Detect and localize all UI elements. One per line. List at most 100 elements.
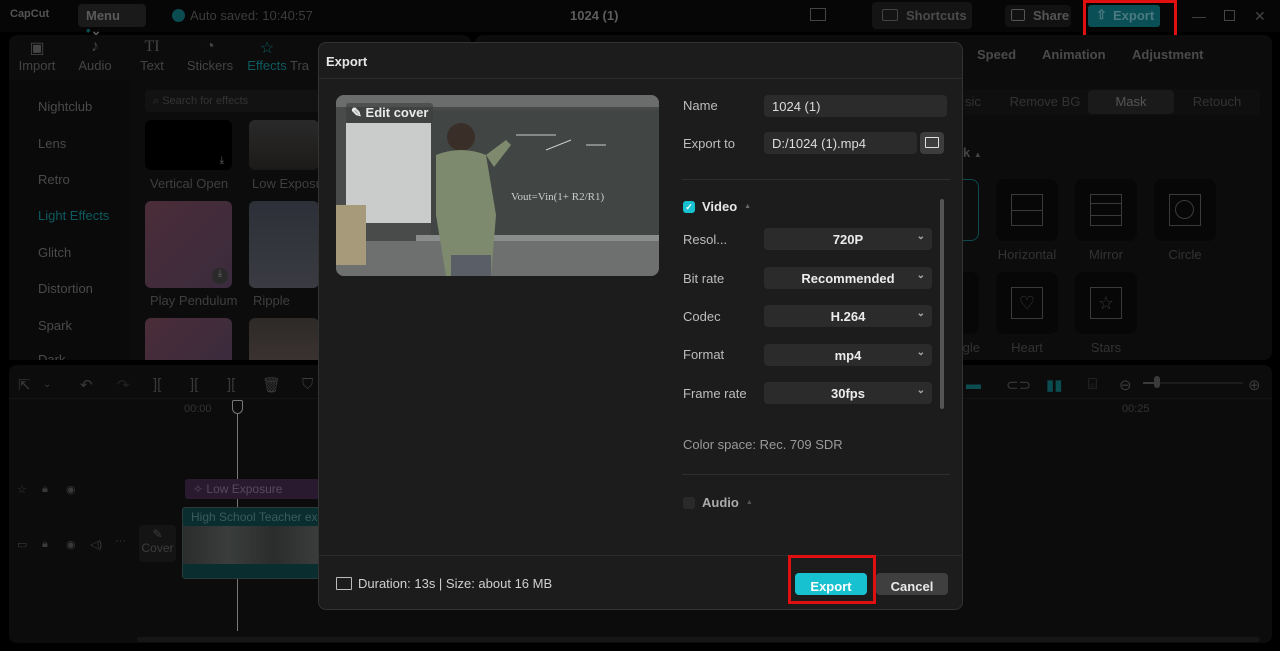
mask-heart[interactable]: ♡	[996, 272, 1058, 334]
mask-tile-rectangle[interactable]	[963, 272, 979, 334]
effect-thumb-play-pendulum[interactable]: ⤓	[145, 201, 232, 288]
format-select[interactable]: mp4 ⌄	[764, 344, 932, 366]
section-divider	[682, 474, 950, 475]
mask-mirror[interactable]	[1075, 179, 1137, 241]
toolbar-text[interactable]: TI Text	[127, 38, 177, 73]
color-space-info: Color space: Rec. 709 SDR	[683, 437, 843, 452]
framerate-select[interactable]: 30fps ⌄	[764, 382, 932, 404]
sidebar-item-nightclub[interactable]: Nightclub	[38, 99, 92, 114]
cover-button[interactable]: ✎ Cover	[139, 525, 176, 562]
sidebar-item-distortion[interactable]: Distortion	[38, 281, 93, 296]
circle-mask-icon	[1169, 194, 1201, 226]
playhead-handle[interactable]	[232, 400, 243, 414]
export-top-button[interactable]: ⇧ Export	[1088, 5, 1160, 27]
effect-thumb-vertical-open[interactable]: ⤓	[145, 120, 232, 170]
bitrate-select[interactable]: Recommended ⌄	[764, 267, 932, 289]
video-checkbox[interactable]: ✓	[683, 200, 695, 213]
share-button[interactable]: Share	[1005, 5, 1071, 27]
tab-animation[interactable]: Animation	[1042, 47, 1106, 62]
mask-tile-none[interactable]	[963, 179, 979, 241]
video-clip[interactable]: High School Teacher exp	[182, 507, 320, 579]
segment-mask[interactable]: Mask	[1088, 90, 1174, 114]
effect-thumb[interactable]	[249, 318, 319, 360]
zoom-in-icon[interactable]: ⊕	[1248, 376, 1261, 394]
undo-icon[interactable]: ↶	[80, 376, 93, 394]
sidebar-item-glitch[interactable]: Glitch	[38, 245, 71, 260]
preview-axis-icon[interactable]: ⌸	[1088, 376, 1097, 393]
resolution-select[interactable]: 720P ⌄	[764, 228, 932, 250]
section-label: k	[963, 145, 971, 160]
film-icon	[336, 577, 352, 590]
export-button[interactable]: Export	[795, 573, 867, 595]
zoom-out-icon[interactable]: ⊖	[1119, 376, 1132, 394]
sidebar-item-lens[interactable]: Lens	[38, 136, 66, 151]
mask-label: Mirror	[1089, 247, 1123, 262]
name-label: Name	[683, 98, 718, 113]
marker-icon[interactable]: ⛉	[302, 376, 313, 393]
toolbar-effects[interactable]: ☆ Effects	[242, 38, 292, 73]
segment-remove-bg[interactable]: Remove BG	[1005, 90, 1085, 114]
browse-folder-button[interactable]	[920, 132, 944, 154]
link-icon[interactable]: ⊂⊃	[1006, 376, 1031, 394]
split-icon[interactable]: ][	[153, 376, 161, 393]
tab-adjustment[interactable]: Adjustment	[1132, 47, 1204, 62]
tab-speed[interactable]: Speed	[977, 47, 1016, 62]
magnet-icon[interactable]: ▬	[966, 376, 981, 393]
mask-circle[interactable]	[1154, 179, 1216, 241]
chevron-down-icon[interactable]: ⌄	[43, 379, 51, 390]
effect-thumb-ripple[interactable]	[249, 201, 319, 288]
toolbar-label: Text	[140, 58, 164, 73]
effects-search-input[interactable]: ⌕ Search for effects	[145, 90, 325, 112]
edit-cover-button[interactable]: ✎ Edit cover	[346, 103, 434, 123]
audio-icon: ♪	[91, 38, 99, 55]
cover-preview[interactable]: Vout=Vin(1+ R2/R1) ✎ Edit cover	[336, 95, 659, 276]
eye-icon[interactable]: ◉	[66, 483, 76, 496]
split-right-icon[interactable]: ][	[227, 376, 235, 393]
lock-icon[interactable]: 🔒︎	[42, 483, 48, 496]
audio-checkbox[interactable]	[683, 496, 695, 509]
select-tool-icon[interactable]: ⇱	[18, 376, 31, 394]
ruler-time: 00:25	[1122, 403, 1150, 415]
audio-section-header[interactable]: Audio ▲	[683, 495, 753, 510]
mask-stars[interactable]: ☆	[1075, 272, 1137, 334]
sidebar-item-spark[interactable]: Spark	[38, 318, 72, 333]
snap-icon[interactable]: ▮▮	[1046, 376, 1063, 394]
toolbar-import[interactable]: ▣ Import	[12, 38, 62, 73]
minimize-icon[interactable]: —	[1192, 8, 1206, 24]
more-icon[interactable]: ···	[115, 535, 126, 547]
segment-basic[interactable]: sic	[963, 90, 983, 114]
cancel-button[interactable]: Cancel	[876, 573, 948, 595]
lock-icon[interactable]: 🔒︎	[42, 538, 48, 551]
effect-clip[interactable]: ✧ Low Exposure	[185, 479, 320, 499]
codec-select[interactable]: H.264 ⌄	[764, 305, 932, 327]
layout-icon[interactable]	[810, 8, 826, 21]
split-left-icon[interactable]: ][	[190, 376, 198, 393]
effect-thumb-low-exposure[interactable]	[249, 120, 319, 170]
redo-icon[interactable]: ↷	[117, 376, 130, 394]
toolbar-stickers[interactable]: ◔ Stickers	[184, 38, 236, 73]
eye-icon[interactable]: ◉	[66, 538, 76, 551]
menu-button[interactable]: Menu •⌄	[78, 4, 146, 38]
timeline-scrollbar[interactable]	[137, 637, 1260, 642]
toolbar-transitions[interactable]: Tra	[290, 58, 320, 73]
sidebar-item-retro[interactable]: Retro	[38, 172, 70, 187]
toolbar-label: Tra	[290, 58, 310, 73]
sidebar-item-dark[interactable]: Dark	[38, 352, 65, 360]
codec-label: Codec	[683, 309, 721, 324]
export-path-input[interactable]: D:/1024 (1).mp4	[764, 132, 917, 154]
volume-icon[interactable]: ◁)	[90, 538, 102, 551]
delete-icon[interactable]: 🗑	[262, 376, 281, 394]
zoom-slider-handle[interactable]	[1154, 376, 1160, 388]
segment-retouch[interactable]: Retouch	[1177, 90, 1257, 114]
effect-thumb[interactable]	[145, 318, 232, 360]
maximize-icon[interactable]	[1224, 10, 1235, 21]
shortcuts-button[interactable]: Shortcuts	[872, 2, 972, 29]
close-icon[interactable]: ✕	[1254, 8, 1266, 25]
sidebar-item-light-effects[interactable]: Light Effects	[38, 208, 109, 223]
toolbar-audio[interactable]: ♪ Audio	[70, 38, 120, 73]
video-section-header[interactable]: ✓ Video ▲	[683, 199, 751, 214]
mask-horizontal[interactable]	[996, 179, 1058, 241]
name-input[interactable]: 1024 (1)	[764, 95, 947, 117]
settings-scrollbar[interactable]	[940, 199, 944, 409]
format-value: mp4	[834, 348, 862, 363]
